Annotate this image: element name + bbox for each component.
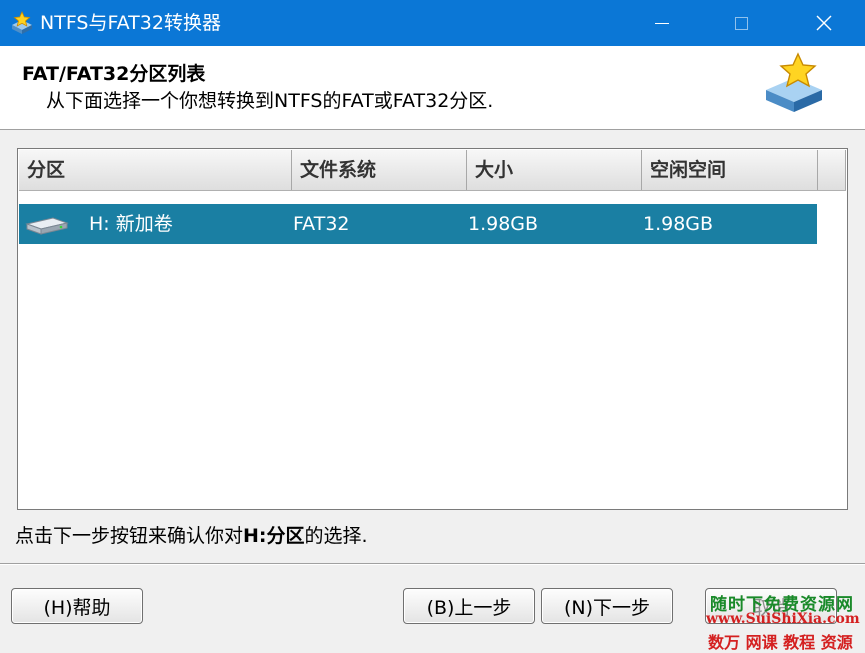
maximize-button[interactable] <box>714 0 769 46</box>
footer-divider <box>0 563 865 565</box>
drive-icon <box>25 217 69 235</box>
partition-free-space: 1.98GB <box>643 213 714 235</box>
partition-list[interactable]: 分区 文件系统 大小 空闲空间 H: 新加卷 FAT32 1.98GB 1.98… <box>17 148 848 510</box>
status-suffix: 的选择. <box>304 525 368 547</box>
column-filesystem[interactable]: 文件系统 <box>292 150 467 190</box>
close-icon <box>816 15 831 31</box>
column-free-space[interactable]: 空闲空间 <box>642 150 818 190</box>
status-prefix: 点击下一步按钮来确认你对 <box>15 525 244 547</box>
minimize-button[interactable] <box>634 0 689 46</box>
status-partition: H:分区 <box>243 525 305 547</box>
partition-row[interactable]: H: 新加卷 FAT32 1.98GB 1.98GB <box>19 204 817 244</box>
star-app-icon <box>12 11 32 34</box>
maximize-icon <box>735 16 748 30</box>
watermark-line-2: www.SuiShiXia.com <box>706 611 860 627</box>
help-button[interactable]: (H)帮助 <box>11 588 143 624</box>
watermark-line-3: 数万 网课 教程 资源 <box>708 633 853 652</box>
status-text: 点击下一步按钮来确认你对H:分区的选择. <box>15 524 368 548</box>
title-bar[interactable]: NTFS与FAT32转换器 <box>0 0 865 46</box>
close-button[interactable] <box>796 0 851 46</box>
header-title: FAT/FAT32分区列表 <box>22 63 206 85</box>
column-size[interactable]: 大小 <box>467 150 642 190</box>
next-button[interactable]: (N)下一步 <box>541 588 673 624</box>
star-box-icon <box>766 52 822 112</box>
partition-filesystem: FAT32 <box>293 213 350 235</box>
wizard-header: FAT/FAT32分区列表 从下面选择一个你想转换到NTFS的FAT或FAT32… <box>0 46 865 130</box>
header-subtitle: 从下面选择一个你想转换到NTFS的FAT或FAT32分区. <box>46 90 494 112</box>
partition-name: H: 新加卷 <box>89 213 173 235</box>
window-title: NTFS与FAT32转换器 <box>40 12 221 34</box>
column-partition[interactable]: 分区 <box>19 150 292 190</box>
converter-window: NTFS与FAT32转换器 FAT/FAT32分区列表 从下面选择一个你想转换到… <box>0 0 865 652</box>
minimize-icon <box>654 22 669 24</box>
back-button[interactable]: (B)上一步 <box>403 588 535 624</box>
partition-size: 1.98GB <box>468 213 539 235</box>
column-filler <box>818 150 846 190</box>
list-header: 分区 文件系统 大小 空闲空间 <box>19 150 846 191</box>
watermark: 随时下免费资源网 www.SuiShiXia.com 数万 网课 教程 资源 <box>706 586 865 652</box>
